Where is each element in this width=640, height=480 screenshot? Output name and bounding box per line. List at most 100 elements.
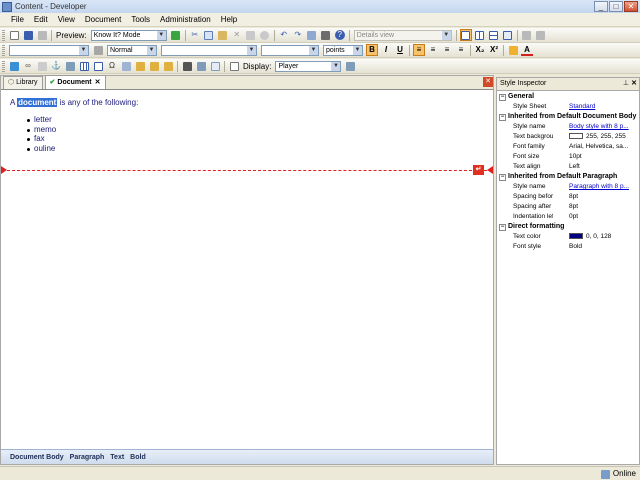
insert-note-button[interactable]	[120, 60, 132, 72]
property-row[interactable]: Font size 10pt	[497, 152, 639, 162]
close-button[interactable]: ✕	[624, 1, 638, 12]
property-row[interactable]: Spacing before 8pt	[497, 192, 639, 202]
property-value-link[interactable]: Paragraph with 8 p...	[553, 182, 639, 192]
align-right-button[interactable]: ≡	[441, 44, 453, 56]
align-center-button[interactable]: ≡	[427, 44, 439, 56]
style-picker-button[interactable]	[92, 44, 104, 56]
list-item[interactable]: memo	[27, 125, 56, 135]
text-color-button[interactable]: A	[521, 44, 533, 56]
property-row[interactable]: Text color 0, 0, 128	[497, 232, 639, 242]
redo-button[interactable]: ↷	[292, 29, 304, 41]
save-button[interactable]	[22, 29, 34, 41]
toolbar-grip[interactable]	[2, 44, 5, 56]
insert-symbol-button[interactable]: Ω	[106, 60, 118, 72]
units-select[interactable]: points ▼	[323, 44, 363, 56]
view-mode-select[interactable]: Details view ▼	[353, 29, 452, 41]
property-row[interactable]: Spacing after 8pt	[497, 202, 639, 212]
layout-panels-button[interactable]	[502, 29, 514, 41]
underline-button[interactable]: U	[394, 44, 406, 56]
toolbar-grip[interactable]	[2, 60, 5, 72]
justify-button[interactable]: ≡	[455, 44, 467, 56]
menu-edit[interactable]: Edit	[29, 13, 53, 27]
collapse-icon[interactable]: −	[499, 223, 506, 231]
highlight-button[interactable]	[507, 44, 519, 56]
collapse-icon[interactable]: −	[499, 93, 506, 101]
bold-button[interactable]: B	[366, 44, 378, 56]
property-value-link[interactable]: Standard	[553, 102, 639, 112]
list-item[interactable]: fax	[27, 134, 56, 144]
property-row[interactable]: Font family Arial, Helvetica, sa...	[497, 142, 639, 152]
connection-status[interactable]: Online	[600, 468, 636, 480]
subscript-button[interactable]: X₂	[474, 44, 486, 56]
superscript-button[interactable]: X²	[488, 44, 500, 56]
insert-table-button[interactable]	[78, 60, 90, 72]
insert-object-button[interactable]	[162, 60, 174, 72]
close-icon[interactable]: ✕	[631, 78, 637, 90]
font-family-select[interactable]: ▼	[161, 44, 257, 56]
replace-button[interactable]	[195, 60, 207, 72]
property-value-link[interactable]: Body style with 8 p...	[553, 122, 639, 132]
layout-split-h-button[interactable]	[474, 29, 486, 41]
cut-button[interactable]: ✂	[189, 29, 201, 41]
menu-help[interactable]: Help	[216, 13, 242, 27]
document-paragraph[interactable]: A document is any of the following:	[10, 98, 138, 107]
find-button[interactable]	[181, 60, 193, 72]
spellcheck-button[interactable]	[306, 29, 318, 41]
italic-button[interactable]: I	[380, 44, 392, 56]
tab-document[interactable]: ✔ Document ✕	[44, 75, 106, 89]
section-inherited-paragraph[interactable]: − Inherited from Default Paragraph	[497, 172, 639, 182]
select-all-button[interactable]	[209, 60, 221, 72]
property-row[interactable]: Style name Paragraph with 8 p...	[497, 182, 639, 192]
menu-file[interactable]: File	[6, 13, 29, 27]
property-row[interactable]: Style name Body style with 8 p...	[497, 122, 639, 132]
menu-tools[interactable]: Tools	[126, 13, 155, 27]
paragraph-style-select[interactable]: ▼	[9, 44, 89, 56]
selected-word[interactable]: document	[17, 98, 58, 107]
display-settings-button[interactable]	[344, 60, 356, 72]
binoculars-button[interactable]	[320, 29, 332, 41]
breadcrumb-item[interactable]: Document Body	[10, 454, 64, 461]
list-item[interactable]: letter	[27, 115, 56, 125]
delete-button[interactable]: ✕	[231, 29, 243, 41]
collapse-icon[interactable]: −	[499, 173, 506, 181]
paste-button[interactable]	[217, 29, 229, 41]
breadcrumb-item[interactable]: Text	[110, 454, 124, 461]
link-button[interactable]	[259, 29, 271, 41]
property-row[interactable]: Font style Bold	[497, 242, 639, 252]
hyperlink-button[interactable]: ∞	[22, 60, 34, 72]
insert-list-button[interactable]	[64, 60, 76, 72]
page-view-button[interactable]	[228, 60, 240, 72]
pin-icon[interactable]: ⊥	[623, 78, 629, 90]
menu-view[interactable]: View	[53, 13, 80, 27]
new-document-button[interactable]	[8, 29, 20, 41]
menu-administration[interactable]: Administration	[155, 13, 216, 27]
insert-field-button[interactable]	[8, 60, 20, 72]
breadcrumb-item[interactable]: Bold	[130, 454, 146, 461]
toolbar-grip[interactable]	[2, 29, 5, 41]
run-preview-button[interactable]	[170, 29, 182, 41]
tab-library[interactable]: ⬡ Library	[3, 76, 43, 89]
collapse-icon[interactable]: −	[499, 113, 506, 121]
remove-link-button[interactable]	[36, 60, 48, 72]
insert-media-button[interactable]	[148, 60, 160, 72]
print-button[interactable]	[36, 29, 48, 41]
document-editor[interactable]: A document is any of the following: lett…	[1, 91, 493, 447]
close-panel-icon[interactable]: ✕	[483, 77, 493, 87]
property-row[interactable]: Indentation left 0pt	[497, 212, 639, 222]
insert-image-button[interactable]	[134, 60, 146, 72]
display-mode-select[interactable]: Player ▼	[275, 60, 342, 72]
undo-button[interactable]: ↶	[278, 29, 290, 41]
insert-frame-button[interactable]	[92, 60, 104, 72]
insert-button[interactable]	[245, 29, 257, 41]
style-select[interactable]: Normal ▼	[107, 44, 157, 56]
breadcrumb-item[interactable]: Paragraph	[70, 454, 105, 461]
layout-split-v-button[interactable]	[488, 29, 500, 41]
close-tab-icon[interactable]: ✕	[95, 77, 101, 89]
section-inherited-body[interactable]: − Inherited from Default Document Body	[497, 112, 639, 122]
font-size-select[interactable]: ▼	[261, 44, 319, 56]
property-row[interactable]: Text align Left	[497, 162, 639, 172]
section-direct-formatting[interactable]: − Direct formatting	[497, 222, 639, 232]
maximize-button[interactable]: □	[609, 1, 623, 12]
property-row[interactable]: Style Sheet Standard	[497, 102, 639, 112]
cascade-button[interactable]	[535, 29, 547, 41]
